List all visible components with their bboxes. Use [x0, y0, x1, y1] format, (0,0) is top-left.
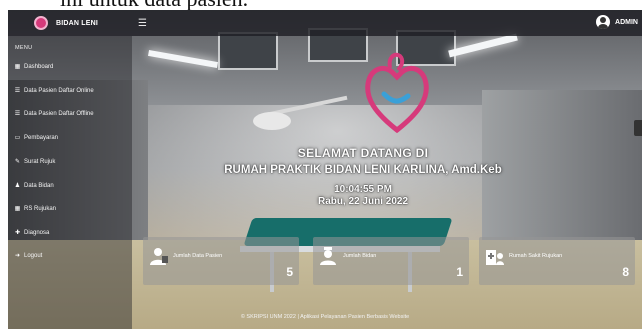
- card-jumlah-data-pasien[interactable]: Jumlah Data Pasien 5: [143, 237, 299, 285]
- surgical-lamp: [253, 112, 291, 130]
- sidebar-item-label: Dashboard: [24, 63, 54, 70]
- user-name: ADMIN: [615, 18, 638, 26]
- user-menu[interactable]: ADMIN: [596, 15, 638, 29]
- ceiling-panel: [218, 32, 278, 70]
- card-value: 1: [456, 265, 463, 279]
- sidebar-item-label: Surat Rujuk: [24, 158, 56, 165]
- caption-text: ini untuk data pasien.: [60, 0, 248, 10]
- footer-text: © SKRIPSI UNM 2022 | Aplikasi Pelayanan …: [240, 314, 410, 320]
- sidebar-item-label: Data Pasien Daftar Online: [24, 87, 94, 94]
- welcome-line-1: SELAMAT DATANG DI: [297, 146, 429, 160]
- list-icon: ☰: [14, 111, 21, 117]
- user-icon: ♟: [14, 183, 21, 189]
- brand-logo-icon: [34, 16, 48, 30]
- brand[interactable]: BIDAN LENI: [8, 16, 132, 30]
- welcome-banner: SELAMAT DATANG DI RUMAH PRAKTIK BIDAN LE…: [218, 146, 508, 207]
- app-window: BIDAN LENI ☰ ADMIN MENU ▦ Dashboard ☰ Da…: [8, 10, 642, 329]
- sidebar-item-label: Diagnosa: [24, 229, 50, 236]
- sidebar-item-data-pasien-online[interactable]: ☰ Data Pasien Daftar Online: [8, 85, 94, 96]
- settings-side-tab[interactable]: [634, 120, 642, 136]
- card-label: Jumlah Data Pasien: [173, 253, 223, 259]
- document-icon: ✎: [14, 159, 21, 165]
- menu-heading: MENU: [15, 45, 33, 51]
- clock-time: 10:04:55 PM: [334, 184, 392, 195]
- hamburger-menu-icon[interactable]: ☰: [138, 18, 147, 29]
- sidebar-item-surat-rujuk[interactable]: ✎ Surat Rujuk: [8, 156, 55, 167]
- patient-icon: [150, 248, 168, 265]
- clock-date: Rabu, 22 Juni 2022: [317, 196, 409, 207]
- sidebar-item-label: Logout: [24, 252, 43, 259]
- card-label: Jumlah Bidan: [343, 253, 377, 259]
- card-value: 8: [622, 265, 629, 279]
- page-caption-fragment: ini untuk data pasien.: [0, 0, 642, 10]
- calendar-icon: ▦: [14, 64, 21, 70]
- brand-name: BIDAN LENI: [56, 19, 99, 27]
- sidebar-item-data-bidan[interactable]: ♟ Data Bidan: [8, 180, 54, 191]
- sidebar-item-label: Data Pasien Daftar Offline: [24, 110, 94, 117]
- sidebar-item-label: Pembayaran: [24, 134, 59, 141]
- clinic-heart-logo-icon: [365, 52, 429, 134]
- sidebar-item-diagnosa[interactable]: ✚ Diagnosa: [8, 227, 49, 238]
- building-icon: ▦: [14, 206, 21, 212]
- sidebar-item-logout[interactable]: ➜ Logout: [8, 250, 42, 261]
- sidebar-item-data-pasien-offline[interactable]: ☰ Data Pasien Daftar Offline: [8, 108, 94, 119]
- card-label: Rumah Sakit Rujukan: [509, 253, 563, 259]
- welcome-line-2: RUMAH PRAKTIK BIDAN LENI KARLINA, Amd.Ke…: [224, 164, 502, 176]
- sidebar-item-dashboard[interactable]: ▦ Dashboard: [8, 61, 54, 72]
- user-avatar-icon: [596, 15, 611, 29]
- sidebar-item-rs-rujukan[interactable]: ▦ RS Rujukan: [8, 203, 56, 214]
- nurse-icon: [320, 247, 336, 265]
- sidebar-item-label: RS Rujukan: [24, 205, 57, 212]
- top-navbar: BIDAN LENI ☰ ADMIN: [8, 10, 642, 36]
- hospital-icon: [486, 250, 504, 265]
- list-icon: ☰: [14, 88, 21, 94]
- card-rumah-sakit-rujukan[interactable]: Rumah Sakit Rujukan 8: [479, 237, 635, 285]
- logout-icon: ➜: [14, 253, 21, 259]
- money-icon: ▭: [14, 135, 21, 141]
- stethoscope-icon: ✚: [14, 230, 21, 236]
- sidebar-item-label: Data Bidan: [24, 182, 54, 189]
- card-value: 5: [286, 265, 293, 279]
- card-jumlah-bidan[interactable]: Jumlah Bidan 1: [313, 237, 469, 285]
- sidebar-item-pembayaran[interactable]: ▭ Pembayaran: [8, 132, 58, 143]
- sidebar: MENU ▦ Dashboard ☰ Data Pasien Daftar On…: [8, 36, 132, 329]
